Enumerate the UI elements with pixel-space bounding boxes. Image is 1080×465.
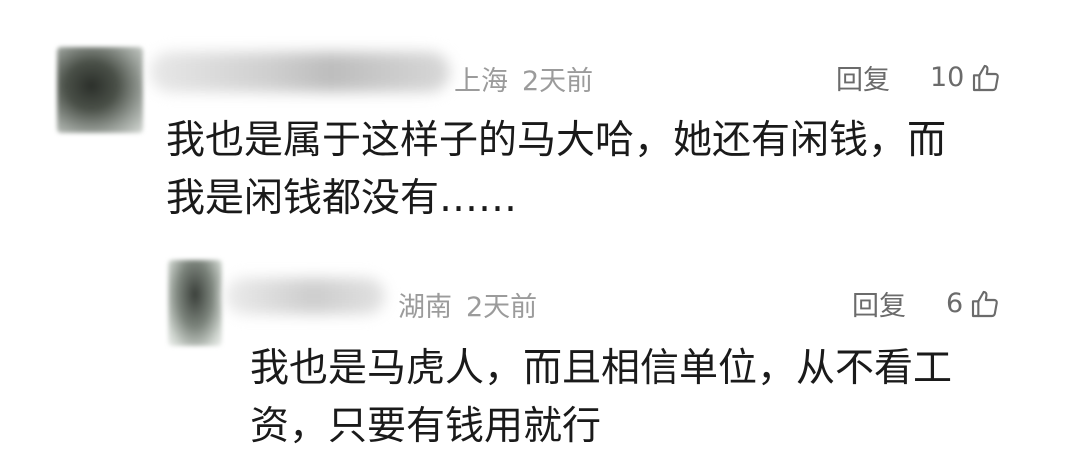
time-text: 2天前 bbox=[522, 66, 594, 97]
like-count: 10 bbox=[930, 62, 965, 93]
location-text: 湖南 bbox=[398, 292, 452, 323]
comment-meta: 湖南 2天前 bbox=[398, 285, 537, 324]
blurred-username[interactable] bbox=[150, 52, 450, 92]
reply-button[interactable]: 回复 bbox=[836, 58, 890, 97]
comment-line: 资，只要有钱用就行 bbox=[250, 404, 602, 449]
comment-meta: 上海 2天前 bbox=[454, 59, 593, 98]
thumbs-up-icon bbox=[972, 290, 999, 317]
thumbs-up-icon bbox=[973, 64, 1000, 91]
blurred-username[interactable] bbox=[225, 278, 385, 314]
reply-comment: 湖南 2天前 回复 6 我也是马虎人，而且相信单位，从不看工 资，只要有钱用就行 bbox=[0, 232, 1080, 465]
reply-button[interactable]: 回复 bbox=[852, 284, 906, 323]
like-count: 6 bbox=[946, 288, 964, 319]
comment-actions: 回复 6 bbox=[852, 284, 1001, 323]
comment-line: 我也是马虎人，而且相信单位，从不看工 bbox=[250, 346, 953, 391]
comment-line: 我是闲钱都没有…… bbox=[166, 176, 518, 221]
comment-text: 我也是马虎人，而且相信单位，从不看工 资，只要有钱用就行 bbox=[250, 340, 1010, 456]
avatar[interactable] bbox=[168, 260, 222, 346]
location-text: 上海 bbox=[454, 66, 508, 97]
time-text: 2天前 bbox=[466, 292, 538, 323]
comment-text: 我也是属于这样子的马大哈，她还有闲钱，而 我是闲钱都没有…… bbox=[166, 112, 1026, 228]
comment-line: 我也是属于这样子的马大哈，她还有闲钱，而 bbox=[166, 118, 947, 163]
comment-actions: 回复 10 bbox=[836, 58, 1002, 97]
like-button[interactable]: 10 bbox=[930, 62, 1002, 94]
avatar[interactable] bbox=[57, 47, 143, 133]
comment: 上海 2天前 回复 10 我也是属于这样子的马大哈，她还有闲钱，而 我是闲钱都没有… bbox=[0, 0, 1080, 232]
like-button[interactable]: 6 bbox=[946, 288, 1001, 320]
